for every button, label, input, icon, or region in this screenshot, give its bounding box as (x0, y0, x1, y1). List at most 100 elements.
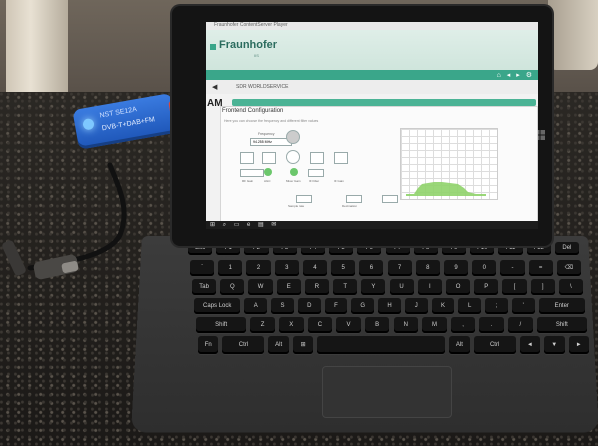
key-caps-lock[interactable]: Caps Lock (194, 298, 241, 314)
key-g[interactable]: G (351, 298, 375, 314)
key--[interactable]: ; (485, 298, 508, 314)
rf-gain-label: RF Gain (242, 179, 254, 183)
if-filter-block (310, 152, 324, 164)
key-shift[interactable]: Shift (536, 317, 587, 333)
key--[interactable]: / (508, 317, 533, 333)
key-m[interactable]: M (422, 317, 447, 333)
key--[interactable]: , (450, 317, 476, 333)
key-ctrl[interactable]: Ctrl (473, 336, 516, 354)
mixer-block (286, 150, 300, 164)
decimation-label: Decimation (342, 204, 358, 208)
key--[interactable]: ▼ (544, 336, 565, 354)
key--[interactable]: [ (502, 279, 527, 295)
key-o[interactable]: O (445, 279, 471, 295)
taskbar-icons[interactable]: ⊞ ⌕ ▭ e ▤ ✉ (210, 221, 279, 229)
brand-sub: IIS (254, 53, 259, 58)
key-l[interactable]: L (458, 298, 482, 314)
key--[interactable]: ◄ (519, 336, 541, 354)
station-bar[interactable] (232, 99, 536, 106)
key-y[interactable]: Y (361, 279, 386, 295)
key-4[interactable]: 4 (302, 260, 328, 276)
key-fn[interactable]: Fn (198, 336, 219, 354)
spectrum-signal (406, 182, 486, 196)
lna-block (262, 152, 276, 164)
key--[interactable]: . (479, 317, 505, 333)
key-space[interactable] (317, 336, 446, 354)
sample-rate-label: Sample rate (288, 204, 305, 208)
panel-description: Here you can choose the frequency and di… (224, 119, 319, 123)
key-ctrl[interactable]: Ctrl (222, 336, 265, 354)
key-a[interactable]: A (244, 298, 268, 314)
key-d[interactable]: D (297, 298, 321, 314)
output-field[interactable] (382, 195, 398, 203)
key-alt[interactable]: Alt (268, 336, 289, 354)
key--[interactable]: ► (568, 336, 589, 354)
window-title: Fraunhofer ContentServer Player (214, 22, 288, 28)
key-alt[interactable]: Alt (449, 336, 470, 354)
key-v[interactable]: V (336, 317, 361, 333)
key-0[interactable]: 0 (472, 260, 497, 276)
key-1[interactable]: 1 (218, 260, 243, 276)
key-r[interactable]: R (304, 279, 330, 295)
key-s[interactable]: S (271, 298, 294, 314)
mixer-gain-toggle[interactable] (290, 168, 298, 176)
key-q[interactable]: Q (220, 279, 245, 295)
key-3[interactable]: 3 (274, 260, 299, 276)
key-c[interactable]: C (307, 317, 333, 333)
key-8[interactable]: 8 (415, 260, 440, 276)
key-k[interactable]: K (431, 298, 455, 314)
fraunhofer-logo-icon (210, 44, 216, 50)
panel-title: Frontend Configuration (222, 108, 284, 114)
if-filter-field[interactable] (308, 169, 324, 177)
if-amp-block (334, 152, 348, 164)
key-shift[interactable]: Shift (196, 317, 247, 333)
key-w[interactable]: W (248, 279, 273, 295)
window-titlebar: Fraunhofer ContentServer Player (206, 22, 538, 30)
key-f[interactable]: F (324, 298, 348, 314)
key-tab[interactable]: Tab (192, 279, 217, 295)
key-u[interactable]: U (389, 279, 414, 295)
key-b[interactable]: B (364, 317, 390, 333)
if-gain-label: IF Gain (334, 179, 344, 183)
key--[interactable]: ' (511, 298, 535, 314)
decimation-field[interactable] (346, 195, 362, 203)
key-6[interactable]: 6 (359, 260, 384, 276)
key-n[interactable]: N (393, 317, 419, 333)
key-enter[interactable]: Enter (538, 298, 585, 314)
key-j[interactable]: J (404, 298, 428, 314)
key-p[interactable]: P (474, 279, 499, 295)
key--[interactable]: = (528, 260, 553, 276)
key-i[interactable]: I (417, 279, 442, 295)
key-h[interactable]: H (378, 298, 401, 314)
key-2[interactable]: 2 (246, 260, 271, 276)
back-arrow-icon[interactable]: ◀ (212, 83, 217, 91)
oscillator-block (286, 130, 300, 144)
frequency-label: Frequency (258, 132, 275, 136)
key-z[interactable]: Z (250, 317, 275, 333)
key--[interactable]: ⌫ (556, 260, 581, 276)
key--[interactable]: \ (558, 279, 583, 295)
key-e[interactable]: E (276, 279, 301, 295)
keyboard: Esc F1 F2 F3 F4 F5 F6 F7 F8 F9 F10 F11 F12 Del ` 1 2 3 4 5 6… (188, 242, 589, 358)
antenna-filter-block (240, 152, 254, 164)
brand-name: Fraunhofer (219, 39, 278, 51)
photo-scene: NST SE12A DVB-T+DAB+FM Esc F1 F2 F3 F4 F5 F6 F7… (0, 0, 598, 446)
key--[interactable]: ` (190, 260, 215, 276)
key-7[interactable]: 7 (387, 260, 412, 276)
key-9[interactable]: 9 (443, 260, 469, 276)
laptop-screen: Fraunhofer ContentServer Player Fraunhof… (206, 22, 538, 229)
key--[interactable]: - (500, 260, 525, 276)
mixer-gain-label: Mixer Gain (286, 179, 301, 183)
sample-rate-field[interactable] (296, 195, 312, 203)
key--[interactable]: ] (530, 279, 555, 295)
trackpad[interactable] (322, 366, 452, 418)
toolbar-icons[interactable]: ⌂ ◂ ▸ ⚙ (497, 71, 534, 79)
key-t[interactable]: T (333, 279, 358, 295)
rf-gain-field[interactable] (240, 169, 264, 177)
key-5[interactable]: 5 (331, 260, 356, 276)
nav-label[interactable]: SDR WORLDSERVICE (236, 84, 288, 90)
key-x[interactable]: X (278, 317, 304, 333)
agc-toggle[interactable] (264, 168, 272, 176)
key--[interactable]: ⊞ (292, 336, 314, 354)
key-del[interactable]: Del (554, 242, 579, 255)
